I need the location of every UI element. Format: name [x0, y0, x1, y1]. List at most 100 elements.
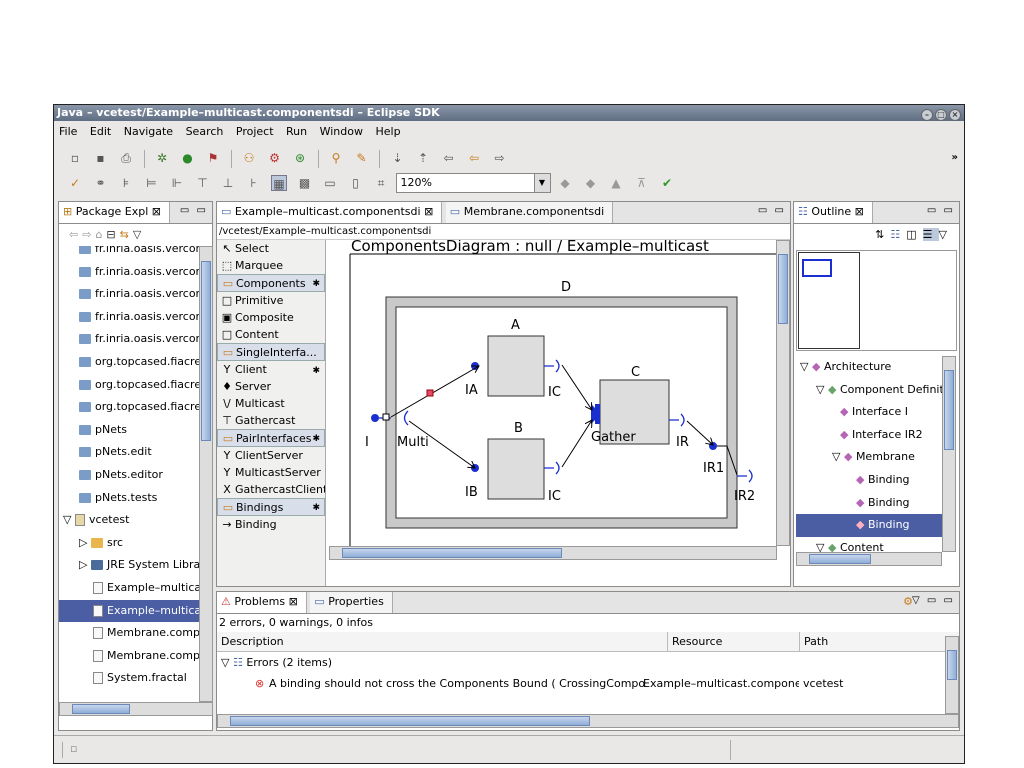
link-editor-icon[interactable]: ⇆ — [120, 228, 133, 241]
palette-tool[interactable]: ↖ Select — [217, 240, 325, 257]
view-menu-icon[interactable]: ▽ — [939, 228, 953, 241]
menu-navigate[interactable]: Navigate — [124, 125, 173, 138]
view-controls[interactable]: ▭ ▭ — [180, 205, 208, 216]
view-controls[interactable]: ▽ ▭ ▭ — [912, 595, 955, 606]
menu-help[interactable]: Help — [375, 125, 400, 138]
outline-tree-item[interactable]: ◆ Binding — [796, 514, 942, 537]
problems-vscroll[interactable] — [945, 636, 959, 714]
prev-annotation-icon[interactable]: ⇡ — [415, 150, 431, 166]
problems-hscroll[interactable] — [217, 714, 959, 728]
palette-tool[interactable]: ⊤ Gathercast — [217, 412, 325, 429]
collapse-all-icon[interactable]: ⊟ — [106, 228, 119, 241]
align-bottom-icon[interactable]: ⊦ — [246, 175, 262, 191]
fit-icon[interactable]: ⌗ — [373, 175, 389, 191]
package-hscroll[interactable] — [59, 702, 213, 716]
snap-grid-icon[interactable]: ▦ — [271, 175, 287, 191]
external-tools-icon[interactable]: ⚑ — [205, 150, 221, 166]
palette-drawer[interactable]: ▭ Bindings ✱ — [217, 498, 325, 516]
next-annotation-icon[interactable]: ⇣ — [390, 150, 406, 166]
palette-tool[interactable]: □ Content — [217, 326, 325, 343]
palette-tool[interactable]: □ Primitive — [217, 292, 312, 309]
view-menu-icon[interactable]: ▽ — [133, 228, 145, 241]
scroll-thumb[interactable] — [342, 548, 562, 558]
run-icon[interactable]: ● — [180, 150, 196, 166]
palette-tool[interactable]: ⬚ Marquee — [217, 257, 325, 274]
match-width-icon[interactable]: ▭ — [322, 175, 338, 191]
column-resource[interactable]: Resource — [667, 632, 797, 652]
package-tree-item[interactable]: Example–multicas — [59, 599, 199, 623]
close-icon[interactable]: × — [949, 109, 961, 121]
collapsed-icon[interactable]: ▷ — [79, 558, 91, 571]
maximize-icon[interactable]: □ — [935, 109, 947, 121]
scroll-thumb[interactable] — [809, 554, 871, 564]
nav-right-icon[interactable]: ◆ — [583, 175, 599, 191]
package-tree-item[interactable]: fr.inria.oasis.vercors. — [59, 306, 199, 329]
menu-file[interactable]: File — [59, 125, 77, 138]
palette-drawer[interactable]: ▭ PairInterfaces ✱ — [217, 429, 325, 447]
package-tree-item[interactable]: fr.inria.oasis.vercors. — [59, 283, 199, 306]
component-b[interactable] — [487, 438, 545, 500]
tab-package-explorer[interactable]: ⊞ Package Expl ⊠ — [59, 202, 171, 223]
scroll-thumb[interactable] — [944, 370, 954, 450]
menu-edit[interactable]: Edit — [90, 125, 111, 138]
align-top-icon[interactable]: ⊤ — [195, 175, 211, 191]
tab-membrane[interactable]: ▭ Membrane.componentsdi — [445, 202, 614, 223]
sort-icon[interactable]: ⇅ — [875, 228, 890, 241]
package-tree-item[interactable]: pNets — [59, 419, 199, 442]
new-icon[interactable]: ▫ — [67, 150, 83, 166]
chevron-down-icon[interactable]: ▼ — [533, 174, 550, 192]
scroll-thumb[interactable] — [778, 254, 788, 324]
forward-icon[interactable]: ⇨ — [492, 150, 508, 166]
outline-tree-item[interactable]: ◆ Binding — [796, 469, 942, 492]
package-tree-item[interactable]: org.topcased.fiacre.u — [59, 396, 199, 419]
nav-up-icon[interactable]: ▲ — [608, 175, 624, 191]
palette-tool[interactable]: Y MulticastServer — [217, 464, 325, 481]
link-icon[interactable]: ⚭ — [93, 175, 109, 191]
grid-icon[interactable]: ▩ — [297, 175, 313, 191]
validate-icon[interactable]: ✔ — [659, 175, 675, 191]
tree-view-icon[interactable]: ☰ — [922, 228, 939, 241]
pin-icon[interactable]: ✱ — [312, 275, 320, 293]
palette-tool[interactable]: ♦ Server — [217, 378, 312, 395]
package-tree-item[interactable]: pNets.editor — [59, 464, 199, 487]
check-icon[interactable]: ✓ — [67, 175, 83, 191]
search-icon[interactable]: ⚲ — [328, 150, 344, 166]
problem-row[interactable]: ⊗ A binding should not cross the Compone… — [217, 674, 959, 694]
outline-tree-item[interactable]: ▽ ◆ Membrane — [796, 446, 942, 469]
hierarchy-icon[interactable]: ☷ — [890, 228, 906, 241]
up-icon[interactable]: ⌂ — [95, 228, 106, 241]
palette-tool[interactable]: Y ClientServer — [217, 447, 312, 464]
scroll-thumb[interactable] — [947, 650, 957, 680]
palette-drawer[interactable]: ▭ Components ✱ — [217, 274, 325, 292]
outline-tree-item[interactable]: ▽ ◆ Architecture — [796, 356, 942, 379]
menu-run[interactable]: Run — [286, 125, 307, 138]
align-center-icon[interactable]: ⊨ — [144, 175, 160, 191]
view-controls[interactable]: ▭ ▭ — [927, 205, 955, 216]
tab-properties[interactable]: ▭ Properties — [310, 592, 393, 613]
collapsed-icon[interactable]: ▷ — [79, 536, 91, 549]
outline-tree-item[interactable]: ▽ ◆ Component Definiti — [796, 379, 942, 402]
menu-search[interactable]: Search — [186, 125, 224, 138]
package-tree-item[interactable]: fr.inria.oasis.vercors. — [59, 246, 199, 261]
expanded-icon[interactable]: ▽ — [832, 450, 844, 463]
outline-hscroll[interactable] — [796, 552, 942, 566]
new-package-icon[interactable]: ⊛ — [292, 150, 308, 166]
package-tree-item[interactable]: Membrane.compc — [59, 622, 199, 645]
expanded-icon[interactable]: ▽ — [800, 360, 812, 373]
package-tree-item[interactable]: org.topcased.fiacre.l — [59, 374, 199, 397]
palette-tool[interactable]: Y Client — [217, 361, 312, 378]
menu-project[interactable]: Project — [236, 125, 274, 138]
outline-tree-item[interactable]: ◆ Binding — [796, 492, 942, 515]
palette-drawer[interactable]: ▭ SingleInterfa... ✱ — [217, 343, 325, 376]
outline-tree-item[interactable]: ◆ Interface IR2 — [796, 424, 942, 447]
more-toolbar-icon[interactable]: » — [952, 152, 958, 163]
back-icon[interactable]: ⇦ — [466, 150, 482, 166]
scroll-thumb[interactable] — [230, 716, 590, 726]
expanded-icon[interactable]: ▽ — [816, 541, 828, 552]
outline-vscroll[interactable] — [942, 356, 956, 552]
outline-tree-item[interactable]: ▽ ◆ Content — [796, 537, 942, 552]
outline-overview[interactable] — [796, 250, 957, 351]
diagram-canvas[interactable]: ComponentsDiagram : null / Example–multi… — [329, 240, 777, 546]
nav-left-icon[interactable]: ◆ — [557, 175, 573, 191]
pin-icon[interactable]: ✱ — [312, 499, 320, 517]
